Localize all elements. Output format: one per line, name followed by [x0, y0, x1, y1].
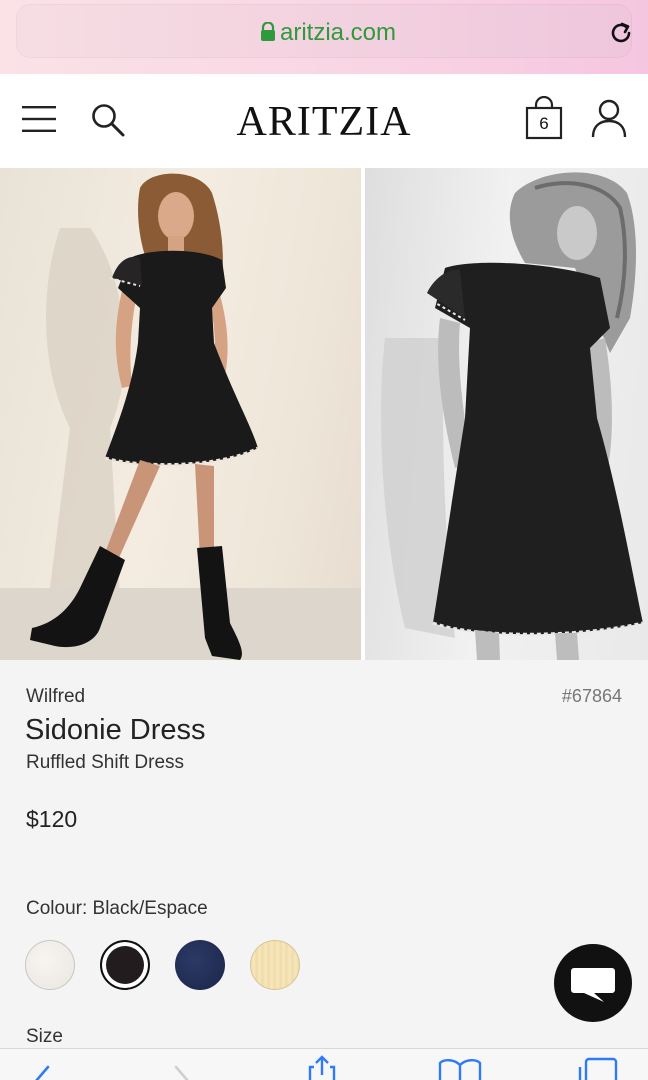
swatch-navy[interactable] — [175, 940, 225, 990]
bookmarks-icon[interactable] — [438, 1057, 482, 1080]
site-header: ARITZIA 6 — [0, 74, 648, 168]
tabs-icon[interactable] — [576, 1057, 618, 1080]
product-info: Wilfred #67864 Sidonie Dress Ruffled Shi… — [0, 660, 648, 1048]
share-icon[interactable] — [306, 1055, 338, 1080]
product-title: Sidonie Dress — [25, 714, 206, 746]
colour-label: Colour: Black/Espace — [26, 898, 208, 919]
swatch-pale-yellow[interactable] — [250, 940, 300, 990]
product-photo-bw[interactable] — [365, 168, 648, 660]
product-gallery[interactable] — [0, 168, 648, 660]
browser-bar: aritzia.com — [0, 0, 648, 74]
cart-count: 6 — [539, 114, 549, 133]
model-photo-bw — [381, 172, 644, 660]
browser-toolbar — [0, 1048, 648, 1080]
swatch-black[interactable] — [100, 940, 150, 990]
address-bar[interactable]: aritzia.com — [16, 4, 632, 58]
forward-icon[interactable] — [172, 1057, 192, 1080]
product-brand[interactable]: Wilfred — [26, 686, 85, 708]
chat-button[interactable] — [554, 944, 632, 1022]
size-label: Size — [26, 1026, 63, 1047]
account-icon[interactable] — [590, 98, 628, 138]
reload-icon[interactable] — [607, 19, 635, 47]
product-photo-color[interactable] — [0, 168, 361, 660]
product-sku: #67864 — [561, 686, 622, 706]
product-subtitle: Ruffled Shift Dress — [26, 752, 185, 773]
product-price: $120 — [26, 806, 78, 832]
model-photo-color — [0, 173, 361, 660]
url-text: aritzia.com — [279, 19, 397, 46]
back-icon[interactable] — [32, 1057, 52, 1080]
chat-icon — [571, 968, 615, 1002]
swatch-ivory[interactable] — [25, 940, 75, 990]
